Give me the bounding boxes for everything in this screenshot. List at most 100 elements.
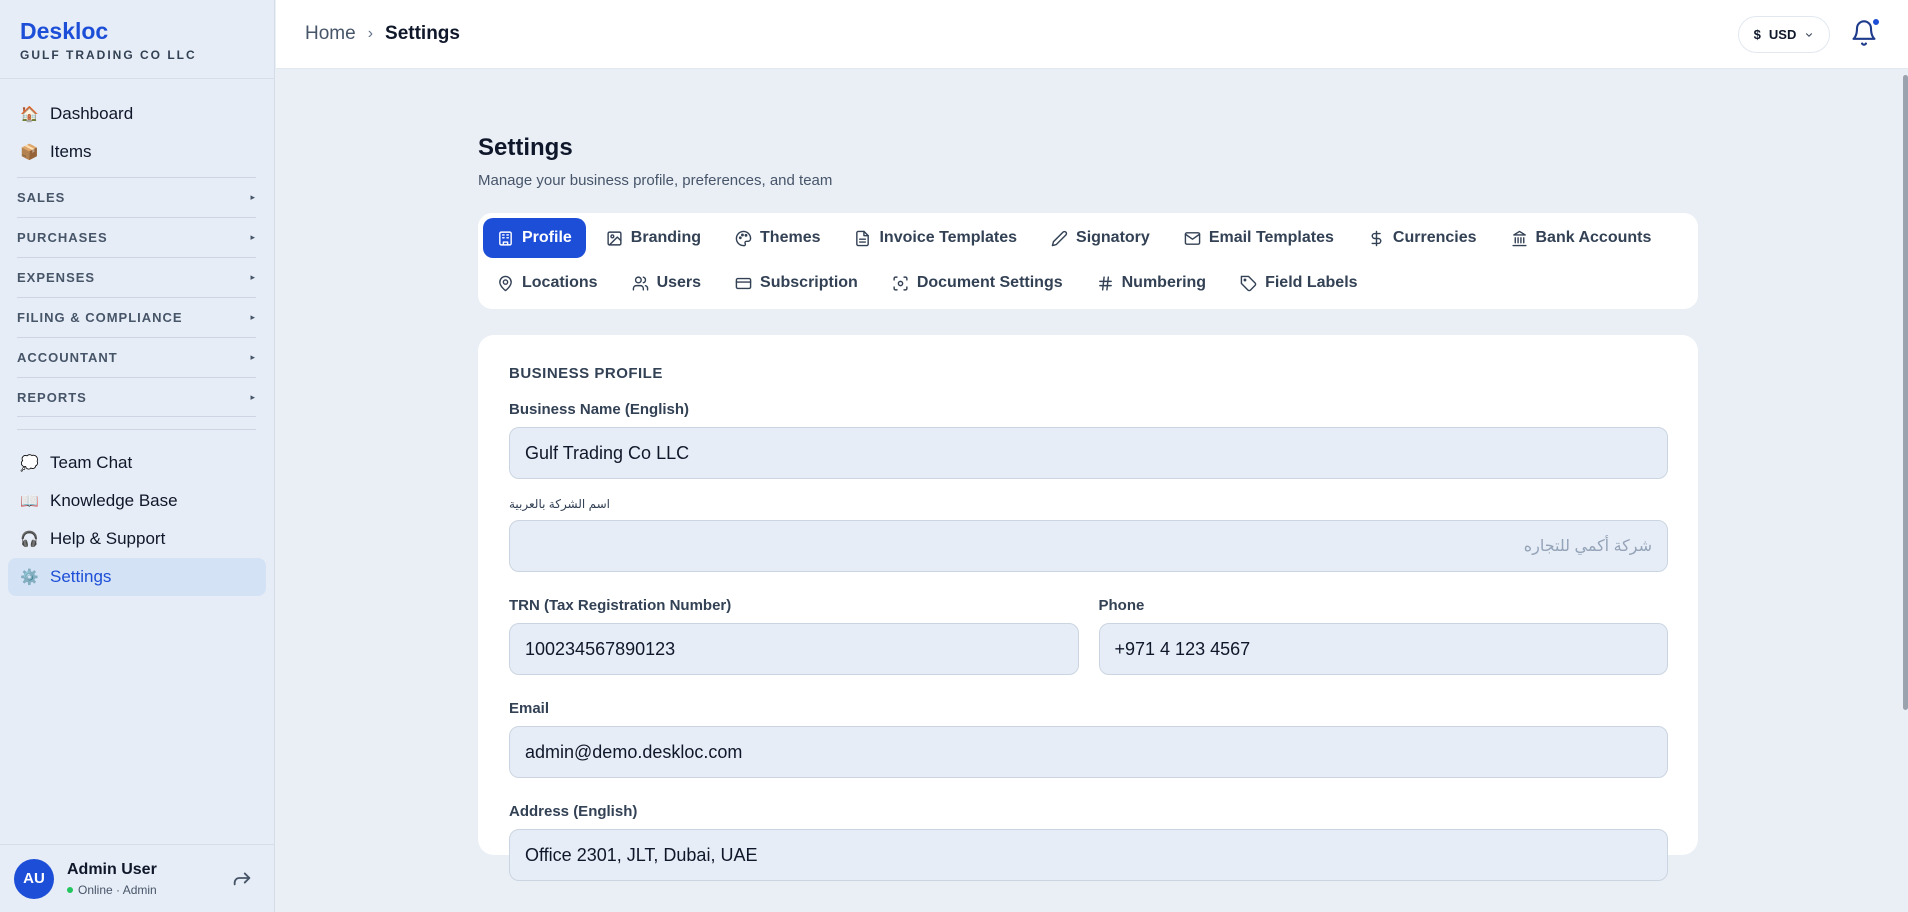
caret-right-icon: ▸ <box>250 312 256 322</box>
sidebar-section-sales[interactable]: SALES ▸ <box>17 177 256 217</box>
users-icon <box>632 275 648 291</box>
tab-email-templates[interactable]: Email Templates <box>1170 218 1348 258</box>
section-label: SALES <box>17 190 66 205</box>
page-title: Settings <box>478 134 573 161</box>
tab-label: Subscription <box>760 274 858 291</box>
currency-selector[interactable]: $ USD <box>1738 16 1830 53</box>
trn-input[interactable]: 100234567890123 <box>509 623 1079 675</box>
page-scrollbar[interactable] <box>1902 69 1908 912</box>
section-label: PURCHASES <box>17 230 108 245</box>
sidebar-item-knowledge-base[interactable]: 📖 Knowledge Base <box>8 482 266 520</box>
avatar[interactable]: AU <box>14 858 54 899</box>
tab-currencies[interactable]: Currencies <box>1354 218 1491 258</box>
trn-phone-row: TRN (Tax Registration Number) 1002345678… <box>509 572 1668 675</box>
tab-label: Numbering <box>1121 274 1207 291</box>
tab-themes[interactable]: Themes <box>721 218 834 258</box>
sidebar-item-dashboard[interactable]: 🏠 Dashboard <box>8 95 266 133</box>
tab-subscription[interactable]: Subscription <box>721 263 872 303</box>
caret-right-icon: ▸ <box>250 192 256 202</box>
sidebar-item-help-support[interactable]: 🎧 Help & Support <box>8 520 266 558</box>
building-icon <box>499 230 512 246</box>
brand-name[interactable]: Deskloc <box>20 18 254 44</box>
sidebar-item-team-chat[interactable]: 💭 Team Chat <box>8 444 266 482</box>
sidebar-item-label: Settings <box>50 567 112 586</box>
currency-code: USD <box>1768 27 1797 42</box>
phone-label: Phone <box>1098 597 1145 614</box>
sidebar-section-accountant[interactable]: ACCOUNTANT ▸ <box>17 337 256 377</box>
page-subtitle: Manage your business profile, preference… <box>478 172 833 189</box>
tab-label: Users <box>656 274 702 291</box>
logout-icon[interactable] <box>231 867 253 889</box>
sidebar-nav-bottom: 💭 Team Chat 📖 Knowledge Base 🎧 Help & Su… <box>0 430 274 596</box>
tab-label: Email Templates <box>1208 229 1334 246</box>
chevron-down-icon <box>1806 32 1813 37</box>
tab-branding[interactable]: Branding <box>592 218 715 258</box>
mail-icon <box>1184 231 1201 245</box>
tab-signatory[interactable]: Signatory <box>1037 218 1164 258</box>
bank-icon <box>1511 230 1527 246</box>
tab-label: Invoice Templates <box>879 229 1018 246</box>
sidebar-item-label: Dashboard <box>50 104 134 123</box>
caret-right-icon: ▸ <box>250 232 256 242</box>
sidebar-item-label: Knowledge Base <box>50 491 178 510</box>
tab-bank-accounts[interactable]: Bank Accounts <box>1497 218 1666 258</box>
section-label: EXPENSES <box>17 270 96 285</box>
email-field[interactable]: admin@demo.deskloc.com <box>509 726 1668 778</box>
business-name-en-label: Business Name (English) <box>509 401 690 418</box>
pen-icon <box>1051 230 1068 246</box>
caret-right-icon: ▸ <box>250 352 256 362</box>
tab-label: Locations <box>522 274 598 291</box>
dollar-icon <box>1371 230 1382 246</box>
tab-label: Signatory <box>1076 229 1150 246</box>
breadcrumb-home[interactable]: Home <box>305 23 356 45</box>
sidebar-section-purchases[interactable]: PURCHASES ▸ <box>17 217 256 257</box>
address-en-input[interactable]: Office 2301, JLT, Dubai, UAE <box>509 829 1668 881</box>
caret-right-icon: ▸ <box>250 272 256 282</box>
tab-locations[interactable]: Locations <box>483 263 612 303</box>
section-label: REPORTS <box>17 389 87 405</box>
tab-label: Field Labels <box>1265 274 1358 291</box>
settings-main: Settings Manage your business profile, p… <box>478 134 1698 881</box>
settings-tabs: Profile Branding Themes Invoice Template… <box>478 213 1698 309</box>
tab-users[interactable]: Users <box>618 263 715 303</box>
breadcrumb: Home › Settings <box>305 23 460 45</box>
sidebar-item-settings[interactable]: ⚙️ Settings <box>8 558 266 596</box>
breadcrumb-current: Settings <box>385 23 460 44</box>
tab-label: Profile <box>522 229 572 246</box>
sidebar-item-label: Help & Support <box>50 529 166 548</box>
tag-icon <box>1240 275 1257 291</box>
user-info: Admin User Online · Admin <box>67 861 157 897</box>
brand: Deskloc GULF TRADING CO LLC <box>0 0 274 79</box>
tab-invoice-templates[interactable]: Invoice Templates <box>840 218 1031 258</box>
sidebar-item-items[interactable]: 📦 Items <box>8 133 266 171</box>
sidebar-section-expenses[interactable]: EXPENSES ▸ <box>17 257 256 297</box>
email-label: Email <box>509 700 550 717</box>
address-en-label: Address (English) <box>509 803 638 820</box>
notifications-button[interactable] <box>1850 18 1880 50</box>
book-icon: 📖 <box>20 493 39 510</box>
tab-label: Currencies <box>1392 229 1477 246</box>
map-pin-icon <box>499 275 512 291</box>
tab-profile[interactable]: Profile <box>483 218 586 258</box>
credit-card-icon <box>735 277 752 289</box>
image-icon <box>607 230 622 246</box>
sidebar-section-reports[interactable]: REPORTS ▸ <box>17 377 256 417</box>
scrollbar-thumb[interactable] <box>1903 75 1908 710</box>
caret-right-icon: ▸ <box>250 391 256 402</box>
business-name-en-input[interactable]: Gulf Trading Co LLC <box>509 427 1668 479</box>
sidebar-item-label: Team Chat <box>50 453 133 472</box>
phone-input[interactable]: +971 4 123 4567 <box>1098 623 1668 675</box>
tab-label: Document Settings <box>916 274 1063 291</box>
sidebar-item-label: Items <box>50 142 92 161</box>
sidebar-section-filing[interactable]: FILING & COMPLIANCE ▸ <box>17 297 256 337</box>
scan-icon <box>893 275 908 291</box>
speech-bubble-icon: 💭 <box>20 455 39 472</box>
company-name: GULF TRADING CO LLC <box>20 48 197 62</box>
business-name-ar-input[interactable]: شركة أكمي للتجاره <box>509 520 1668 572</box>
tab-document-settings[interactable]: Document Settings <box>878 263 1077 303</box>
house-icon: 🏠 <box>20 106 39 123</box>
package-icon: 📦 <box>20 144 39 161</box>
business-profile-card: BUSINESS PROFILE Business Name (English)… <box>478 335 1698 881</box>
tab-field-labels[interactable]: Field Labels <box>1226 263 1371 303</box>
tab-numbering[interactable]: Numbering <box>1083 263 1220 303</box>
